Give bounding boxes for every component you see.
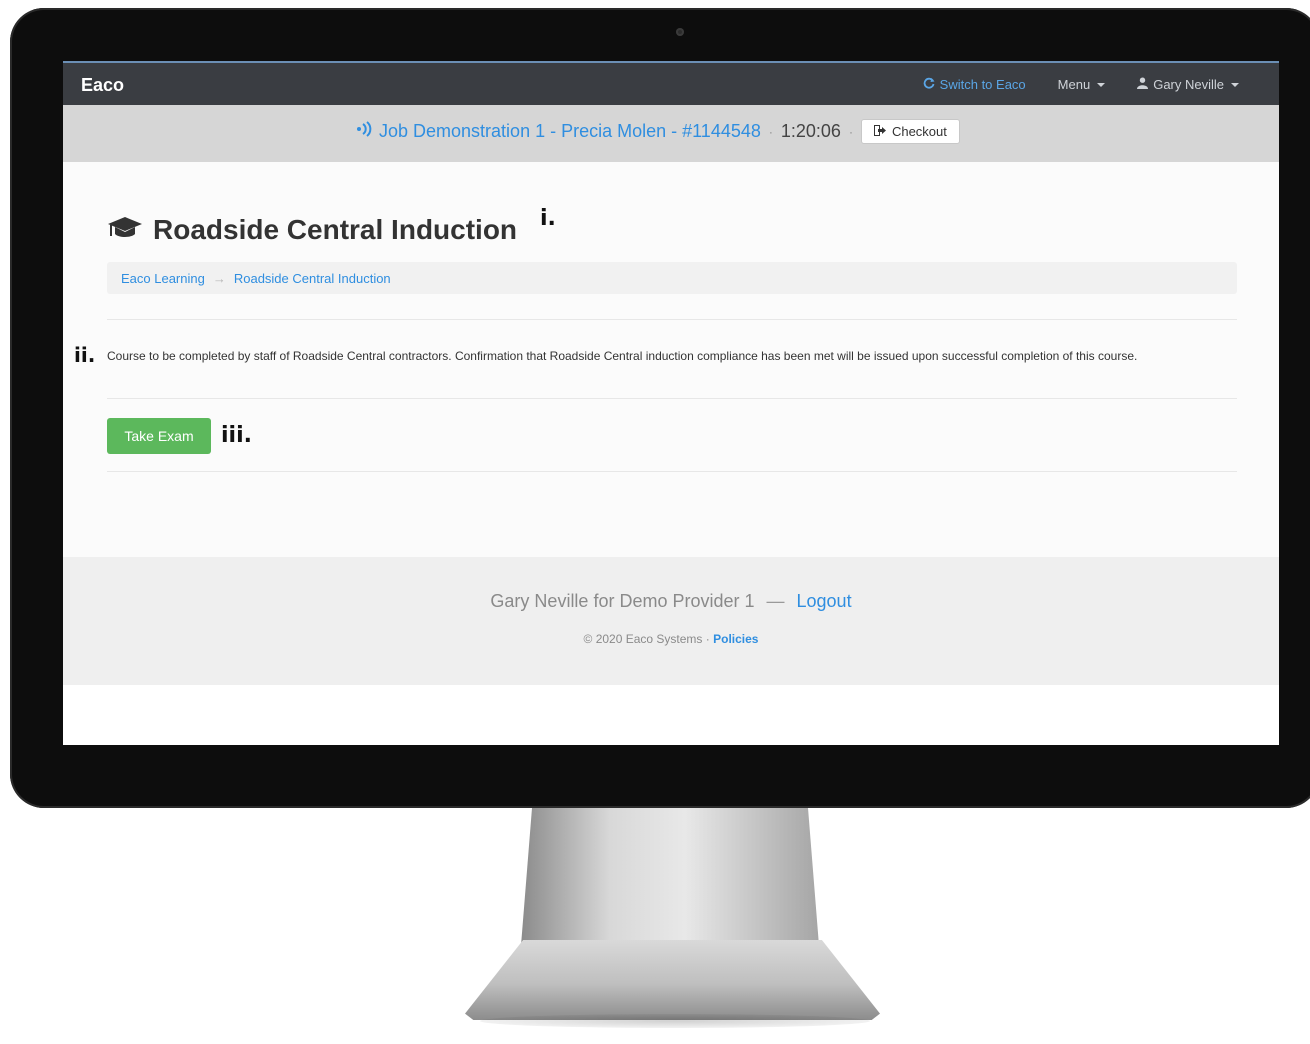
switch-to-eaco-link[interactable]: Switch to Eaco	[923, 77, 1026, 92]
checkout-button[interactable]: Checkout	[860, 119, 960, 144]
breadcrumb-separator: →	[212, 270, 226, 286]
footer-user-text: Gary Neville for Demo Provider 1	[490, 591, 755, 611]
separator: ·	[848, 124, 853, 139]
course-description: Course to be completed by staff of Roads…	[107, 349, 1138, 363]
camera-icon	[676, 28, 684, 36]
divider	[107, 471, 1237, 472]
checkout-label: Checkout	[891, 124, 947, 139]
logout-link[interactable]: Logout	[797, 591, 852, 611]
copyright-text: © 2020 Eaco Systems ·	[583, 632, 710, 646]
monitor-stand-neck	[520, 808, 820, 958]
annotation-marker-ii: ii.	[74, 343, 96, 367]
policies-link[interactable]: Policies	[713, 632, 758, 646]
caret-down-icon	[1097, 82, 1106, 87]
annotation-marker-i: i.	[540, 206, 556, 231]
footer-dash: —	[766, 591, 785, 611]
divider	[107, 319, 1237, 320]
caret-down-icon	[1231, 82, 1239, 87]
footer-user-line: Gary Neville for Demo Provider 1 — Logout	[63, 591, 1279, 612]
page-bottom	[63, 685, 1279, 745]
footer-copyright-line: © 2020 Eaco Systems · Policies	[63, 632, 1279, 646]
navbar-right: Switch to Eaco Menu Gary Neville	[923, 77, 1239, 92]
main-content: Roadside Central Induction Eaco Learning…	[63, 162, 1279, 557]
user-icon	[1137, 77, 1149, 92]
breadcrumb-item-course[interactable]: Roadside Central Induction	[234, 271, 391, 286]
annotation-marker-iii: iii.	[221, 423, 252, 448]
refresh-icon	[923, 77, 935, 92]
brand-logo[interactable]: Eaco	[81, 75, 124, 96]
user-name: Gary Neville	[1153, 77, 1224, 92]
breadcrumb: Eaco Learning → Roadside Central Inducti…	[107, 262, 1237, 294]
user-dropdown[interactable]: Gary Neville	[1137, 77, 1239, 92]
footer: Gary Neville for Demo Provider 1— Logout …	[63, 557, 1279, 685]
monitor-stand-shadow	[480, 1014, 870, 1028]
browser-screen: Eaco Switch to Eaco Menu Gary Neville Jo…	[63, 61, 1279, 745]
job-label: Job Demonstration 1 - Precia Molen - #11…	[379, 121, 761, 141]
breadcrumb-item-eaco-learning[interactable]: Eaco Learning	[121, 271, 205, 286]
divider	[107, 398, 1237, 399]
job-bar: Job Demonstration 1 - Precia Molen - #11…	[63, 105, 1279, 162]
take-exam-button[interactable]: Take Exam	[107, 418, 211, 454]
job-timer: 1:20:06	[780, 121, 841, 141]
top-navbar: Eaco Switch to Eaco Menu Gary Neville	[63, 61, 1279, 105]
job-bar-content: Job Demonstration 1 - Precia Molen - #11…	[355, 119, 960, 144]
monitor-stand-base	[465, 940, 880, 1020]
graduation-cap-icon	[107, 216, 143, 245]
page-title-row: Roadside Central Induction	[107, 214, 517, 246]
switch-label: Switch to Eaco	[939, 77, 1026, 92]
job-link[interactable]: Job Demonstration 1 - Precia Molen - #11…	[355, 120, 761, 143]
menu-label: Menu	[1057, 77, 1091, 92]
broadcast-icon	[355, 120, 373, 143]
page-title: Roadside Central Induction	[153, 214, 518, 245]
sign-out-icon	[873, 124, 886, 139]
menu-dropdown[interactable]: Menu	[1058, 77, 1106, 92]
separator: ·	[768, 124, 773, 139]
